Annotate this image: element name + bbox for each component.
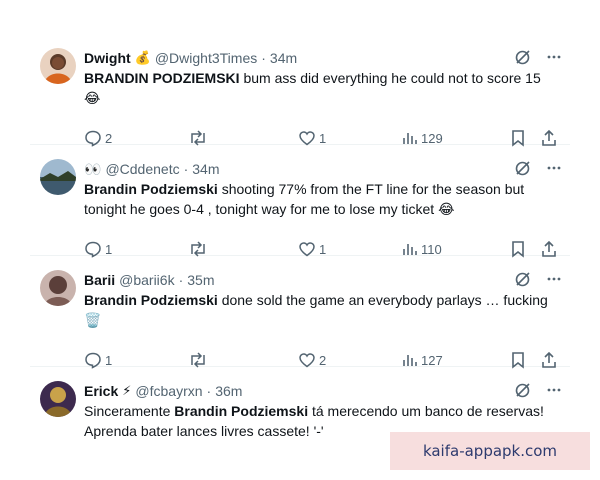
like-count: 1 <box>319 130 327 146</box>
grok-icon[interactable] <box>514 159 532 177</box>
author-name[interactable]: Dwight <box>84 49 131 67</box>
view-count: 110 <box>421 241 442 257</box>
grok-icon[interactable] <box>514 48 532 66</box>
view-count: 127 <box>421 352 443 368</box>
views-icon <box>403 133 417 144</box>
more-icon[interactable] <box>546 160 562 176</box>
grok-icon[interactable] <box>514 270 532 288</box>
reply-count: 1 <box>105 241 113 257</box>
avatar[interactable] <box>40 381 76 417</box>
more-icon[interactable] <box>546 271 562 287</box>
tweet-feed: Dwight 💰 @Dwight3Times · 34m BRANDIN POD… <box>30 34 570 447</box>
tweet[interactable]: Barii @barii6k · 35m Brandin Podziemski … <box>30 256 570 369</box>
like-count: 2 <box>319 352 327 368</box>
views-icon <box>403 244 417 255</box>
timestamp[interactable]: 34m <box>192 160 219 178</box>
tweet-body: bum ass did everything he could not to s… <box>239 70 541 86</box>
separator-dot: · <box>183 161 189 177</box>
timestamp[interactable]: 34m <box>270 49 297 67</box>
tweet[interactable]: 👀 @Cddenetc · 34m Brandin Podziemski sho… <box>30 145 570 258</box>
mention[interactable]: BRANDIN PODZIEMSKI <box>84 70 240 86</box>
more-icon[interactable] <box>546 382 562 398</box>
timestamp[interactable]: 35m <box>187 271 214 289</box>
author-handle[interactable]: @Dwight3Times <box>155 49 257 67</box>
tweet-text: Brandin Podziemski shooting 77% from the… <box>84 179 570 219</box>
mention[interactable]: Brandin Podziemski <box>84 292 218 308</box>
avatar[interactable] <box>40 159 76 195</box>
author-handle[interactable]: @barii6k <box>119 271 174 289</box>
grok-icon[interactable] <box>514 381 532 399</box>
author-handle[interactable]: @Cddenetc <box>105 160 179 178</box>
view-count: 129 <box>421 130 443 146</box>
avatar[interactable] <box>40 48 76 84</box>
tweet-text: BRANDIN PODZIEMSKI bum ass did everythin… <box>84 68 570 108</box>
author-name[interactable]: Barii <box>84 271 115 289</box>
views-button[interactable]: 110 <box>402 241 510 257</box>
more-icon[interactable] <box>546 49 562 65</box>
views-button[interactable]: 129 <box>402 130 510 146</box>
author-name[interactable]: Erick <box>84 382 118 400</box>
author-name[interactable]: 👀 <box>84 160 101 178</box>
tweet-prefix: Sinceramente <box>84 403 175 419</box>
tweet[interactable]: Dwight 💰 @Dwight3Times · 34m BRANDIN POD… <box>30 34 570 147</box>
watermark: kaifa-appapk.com <box>390 432 590 470</box>
tweet-emoji: 😂 <box>84 90 101 106</box>
timestamp[interactable]: 36m <box>215 382 242 400</box>
name-badge-emoji: ⚡ <box>122 383 132 398</box>
mention[interactable]: Brandin Podziemski <box>174 403 308 419</box>
views-button[interactable]: 127 <box>402 352 510 368</box>
separator-dot: · <box>261 50 266 66</box>
mention[interactable]: Brandin Podziemski <box>84 181 218 197</box>
tweet-text: Brandin Podziemski done sold the game an… <box>84 290 570 330</box>
name-badge-emoji: 💰 <box>134 50 151 65</box>
views-icon <box>403 355 417 366</box>
separator-dot: · <box>206 383 212 399</box>
reply-count: 1 <box>105 352 113 368</box>
author-handle[interactable]: @fcbayrxn <box>135 382 202 400</box>
avatar[interactable] <box>40 270 76 306</box>
reply-count: 2 <box>105 130 113 146</box>
like-count: 1 <box>319 241 327 257</box>
separator-dot: · <box>178 272 184 288</box>
